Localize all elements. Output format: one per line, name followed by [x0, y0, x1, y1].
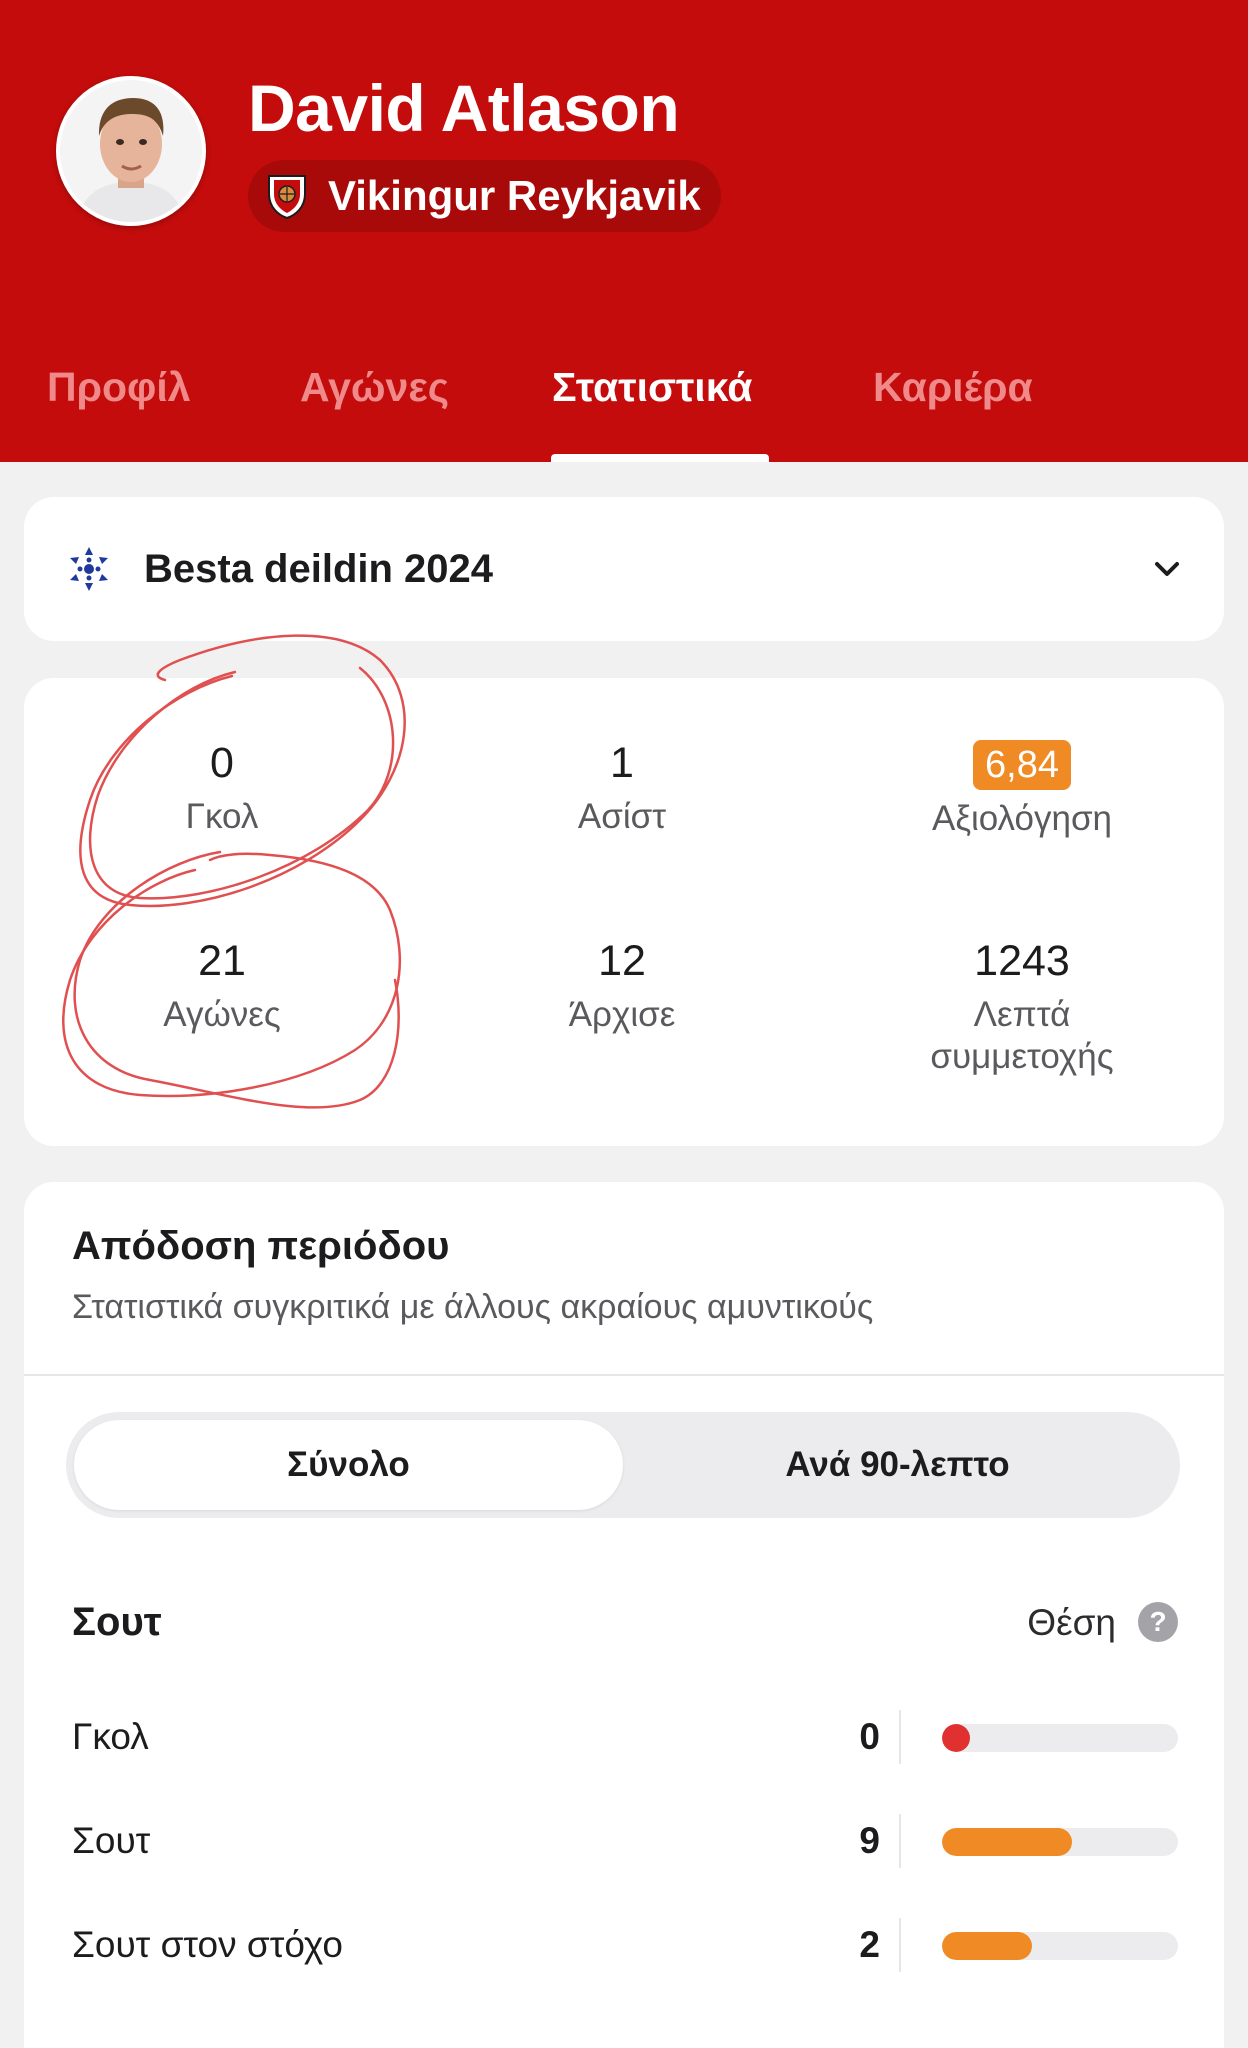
stat-minutes-label: Λεπτά συμμετοχής — [930, 995, 1114, 1076]
tab-stats[interactable]: Στατιστικά — [552, 364, 752, 411]
row-value: 0 — [859, 1716, 880, 1757]
toggle-per90[interactable]: Ανά 90-λεπτο — [623, 1420, 1172, 1510]
percentile-fill — [942, 1932, 1032, 1960]
stat-starts: 12 Άρχισε — [472, 936, 772, 1036]
stat-goals-label: Γκολ — [185, 797, 259, 836]
profile-header: David Atlason Vikingur Reykjavik Προφίλ … — [0, 0, 1248, 462]
stat-goals-value: 0 — [210, 739, 234, 787]
row-separator — [899, 1918, 901, 1972]
active-tab-indicator — [551, 454, 769, 462]
stat-row-goals: Γκολ 0 — [24, 1710, 1224, 1770]
section-title-shots: Σουτ — [72, 1600, 162, 1644]
stat-rating: 6,84 Αξιολόγηση — [872, 738, 1172, 840]
help-icon[interactable]: ? — [1138, 1602, 1178, 1642]
tab-career[interactable]: Καριέρα — [873, 364, 1033, 411]
percentile-fill — [942, 1828, 1072, 1856]
row-separator — [899, 1814, 901, 1868]
stat-assists-value: 1 — [610, 739, 634, 787]
stat-matches-value: 21 — [198, 937, 246, 985]
tab-matches[interactable]: Αγώνες — [300, 364, 449, 411]
stat-row-shots-on-target: Σουτ στον στόχο 2 — [24, 1918, 1224, 1978]
league-name: Besta deildin 2024 — [144, 546, 494, 591]
season-performance-card: Απόδοση περιόδου Στατιστικά συγκριτικά μ… — [24, 1182, 1224, 2048]
performance-subtitle: Στατιστικά συγκριτικά με άλλους ακραίους… — [72, 1288, 874, 1326]
stat-matches-label: Αγώνες — [163, 995, 281, 1034]
stat-mode-toggle: Σύνολο Ανά 90-λεπτο — [66, 1412, 1180, 1518]
stat-assists-label: Ασίστ — [577, 797, 667, 836]
toggle-total[interactable]: Σύνολο — [74, 1420, 623, 1510]
row-label: Γκολ — [72, 1716, 149, 1757]
player-avatar — [56, 76, 206, 226]
league-logo-icon — [64, 544, 114, 594]
stat-matches: 21 Αγώνες — [72, 936, 372, 1036]
player-name: David Atlason — [248, 71, 680, 145]
position-label: Θέση — [1027, 1602, 1116, 1643]
percentile-bar — [942, 1828, 1178, 1856]
row-label: Σουτ στον στόχο — [72, 1924, 343, 1965]
percentile-bar — [942, 1724, 1178, 1752]
team-crest-icon — [266, 172, 308, 220]
chevron-down-icon[interactable] — [1150, 552, 1184, 586]
team-name: Vikingur Reykjavik — [328, 172, 701, 219]
rating-badge: 6,84 — [973, 740, 1071, 790]
row-label: Σουτ — [72, 1820, 151, 1861]
league-selector[interactable]: Besta deildin 2024 — [24, 497, 1224, 641]
divider — [24, 1374, 1224, 1376]
season-stats-card: 0 Γκολ 1 Ασίστ 6,84 Αξιολόγηση 21 Αγώνες… — [24, 678, 1224, 1146]
stat-minutes: 1243 Λεπτά συμμετοχής — [872, 936, 1172, 1078]
row-value: 9 — [859, 1820, 880, 1861]
percentile-bar — [942, 1932, 1178, 1960]
stat-starts-value: 12 — [598, 937, 646, 985]
row-value: 2 — [859, 1924, 880, 1965]
stat-starts-label: Άρχισε — [568, 995, 676, 1034]
tab-bar: Προφίλ Αγώνες Στατιστικά Καριέρα — [0, 350, 1248, 462]
stat-goals: 0 Γκολ — [72, 738, 372, 838]
stat-assists: 1 Ασίστ — [472, 738, 772, 838]
stat-rating-label: Αξιολόγηση — [931, 799, 1113, 838]
stat-row-shots: Σουτ 9 — [24, 1814, 1224, 1874]
performance-title: Απόδοση περιόδου — [72, 1224, 450, 1268]
row-separator — [899, 1710, 901, 1764]
stat-minutes-value: 1243 — [974, 937, 1070, 985]
team-link[interactable]: Vikingur Reykjavik — [248, 160, 721, 232]
tab-profile[interactable]: Προφίλ — [47, 364, 191, 411]
percentile-dot — [942, 1724, 970, 1752]
